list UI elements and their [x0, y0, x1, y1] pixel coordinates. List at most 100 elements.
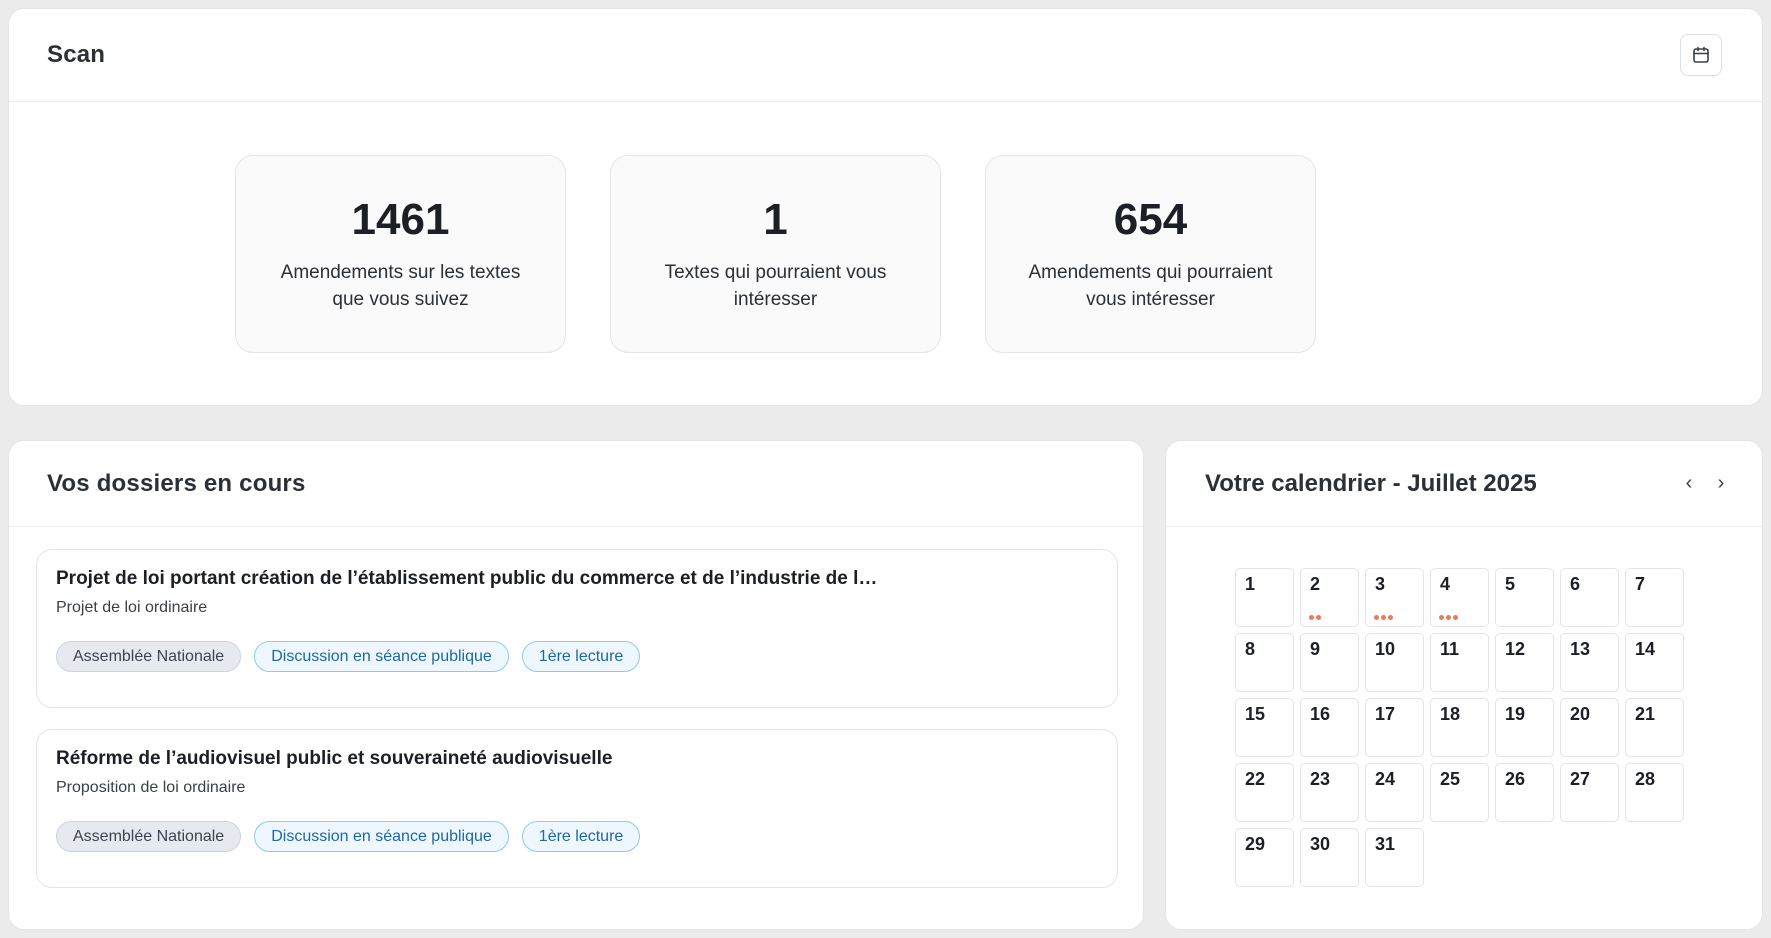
calendar-grid: 1 2 3 4 5 6 7 8 9 10 11 12 13 14 15 16 17 18 19 20 21 22 23 24 2… — [1235, 568, 1684, 887]
calendar-day[interactable]: 4 — [1430, 568, 1489, 627]
event-dots — [1374, 615, 1393, 620]
calendar-day-number: 18 — [1440, 704, 1461, 724]
stat-label: Amendements qui pourraient vous intéress… — [1028, 262, 1273, 310]
calendar-day-number: 31 — [1375, 834, 1396, 854]
dossier-card[interactable]: Réforme de l’audiovisuel public et souve… — [36, 729, 1118, 888]
event-dot — [1309, 615, 1314, 620]
event-dot — [1446, 615, 1451, 620]
calendar-day[interactable]: 3 — [1365, 568, 1424, 627]
stat-card-followed-amendments[interactable]: 1461 Amendements sur les textes que vous… — [235, 155, 566, 353]
event-dot — [1453, 615, 1458, 620]
calendar-day[interactable]: 8 — [1235, 633, 1294, 692]
calendar-day[interactable]: 9 — [1300, 633, 1359, 692]
tag-reading: 1ère lecture — [521, 641, 641, 672]
calendar-day[interactable]: 14 — [1625, 633, 1684, 692]
calendar-title: Votre calendrier - Juillet 2025 — [1205, 469, 1537, 497]
calendar-day-number: 24 — [1375, 769, 1396, 789]
calendar-day-number: 2 — [1310, 574, 1321, 594]
calendar-day[interactable]: 26 — [1495, 763, 1554, 822]
calendar-day[interactable]: 6 — [1560, 568, 1619, 627]
event-dot — [1381, 615, 1386, 620]
calendar-day[interactable]: 20 — [1560, 698, 1619, 757]
calendar-day[interactable]: 31 — [1365, 828, 1424, 887]
calendar-day[interactable]: 7 — [1625, 568, 1684, 627]
calendar-day-number: 23 — [1310, 769, 1331, 789]
calendar-day-number: 25 — [1440, 769, 1461, 789]
calendar-day-number: 4 — [1440, 574, 1451, 594]
dossier-card[interactable]: Projet de loi portant création de l’étab… — [36, 549, 1118, 708]
calendar-day-number: 15 — [1245, 704, 1266, 724]
calendar-day-number: 16 — [1310, 704, 1331, 724]
chevron-right-icon[interactable]: › — [1710, 472, 1732, 495]
calendar-day-number: 17 — [1375, 704, 1396, 724]
calendar-day-number: 10 — [1375, 639, 1396, 659]
calendar-day[interactable]: 28 — [1625, 763, 1684, 822]
dossiers-panel: Vos dossiers en cours Projet de loi port… — [8, 440, 1144, 930]
calendar-day[interactable]: 21 — [1625, 698, 1684, 757]
calendar-day-number: 26 — [1505, 769, 1526, 789]
calendar-day-number: 14 — [1635, 639, 1656, 659]
calendar-day[interactable]: 13 — [1560, 633, 1619, 692]
dossier-title: Réforme de l’audiovisuel public et souve… — [56, 748, 613, 769]
scan-panel: Scan 1461 Amendements sur les textes que… — [8, 8, 1763, 406]
calendar-day-number: 9 — [1310, 639, 1321, 659]
calendar-day[interactable]: 12 — [1495, 633, 1554, 692]
tag-chamber: Assemblée Nationale — [56, 641, 242, 672]
calendar-day-number: 30 — [1310, 834, 1331, 854]
calendar-day-number: 27 — [1570, 769, 1591, 789]
dossiers-header: Vos dossiers en cours — [9, 441, 1143, 527]
dossier-type: Proposition de loi ordinaire — [56, 779, 246, 796]
stat-value: 654 — [1113, 195, 1188, 244]
calendar-day-number: 22 — [1245, 769, 1266, 789]
calendar-day[interactable]: 11 — [1430, 633, 1489, 692]
calendar-day[interactable]: 15 — [1235, 698, 1294, 757]
tag-stage: Discussion en séance publique — [254, 821, 509, 852]
stat-card-interesting-texts[interactable]: 1 Textes qui pourraient vous intéresser — [610, 155, 941, 353]
calendar-day[interactable]: 2 — [1300, 568, 1359, 627]
stat-value: 1461 — [351, 195, 450, 244]
calendar-day-number: 8 — [1245, 639, 1256, 659]
calendar-day[interactable]: 24 — [1365, 763, 1424, 822]
calendar-day[interactable]: 16 — [1300, 698, 1359, 757]
calendar-day[interactable]: 18 — [1430, 698, 1489, 757]
calendar-day[interactable]: 19 — [1495, 698, 1554, 757]
calendar-day[interactable]: 30 — [1300, 828, 1359, 887]
dossier-tags: Assemblée Nationale Discussion en séance… — [56, 821, 1098, 852]
calendar-nav: ‹ › — [1678, 472, 1732, 495]
calendar-day-number: 7 — [1635, 574, 1646, 594]
calendar-day-number: 6 — [1570, 574, 1581, 594]
event-dot — [1374, 615, 1379, 620]
calendar-day[interactable]: 17 — [1365, 698, 1424, 757]
calendar-day[interactable]: 23 — [1300, 763, 1359, 822]
calendar-day[interactable]: 1 — [1235, 568, 1294, 627]
calendar-day-number: 20 — [1570, 704, 1591, 724]
calendar-day[interactable]: 27 — [1560, 763, 1619, 822]
calendar-day-number: 21 — [1635, 704, 1656, 724]
calendar-header: Votre calendrier - Juillet 2025 ‹ › — [1166, 441, 1762, 527]
chevron-left-icon[interactable]: ‹ — [1678, 472, 1700, 495]
event-dot — [1388, 615, 1393, 620]
calendar-day[interactable]: 22 — [1235, 763, 1294, 822]
calendar-day-number: 11 — [1440, 639, 1460, 659]
calendar-day-number: 19 — [1505, 704, 1526, 724]
calendar-day-number: 5 — [1505, 574, 1516, 594]
calendar-day[interactable]: 10 — [1365, 633, 1424, 692]
scan-title: Scan — [47, 41, 106, 68]
tag-stage: Discussion en séance publique — [254, 641, 509, 672]
calendar-day-number: 29 — [1245, 834, 1266, 854]
stat-card-interesting-amendments[interactable]: 654 Amendements qui pourraient vous inté… — [985, 155, 1316, 353]
event-dot — [1316, 615, 1321, 620]
calendar-button[interactable] — [1680, 34, 1722, 76]
event-dots — [1439, 615, 1458, 620]
calendar-day-number: 12 — [1505, 639, 1526, 659]
stat-label: Amendements sur les textes que vous suiv… — [280, 262, 521, 310]
calendar-day[interactable]: 5 — [1495, 568, 1554, 627]
event-dots — [1309, 615, 1321, 620]
dossier-type: Projet de loi ordinaire — [56, 599, 208, 616]
dossier-title: Projet de loi portant création de l’étab… — [56, 568, 878, 589]
stat-label: Textes qui pourraient vous intéresser — [664, 262, 887, 310]
calendar-day[interactable]: 29 — [1235, 828, 1294, 887]
calendar-day[interactable]: 25 — [1430, 763, 1489, 822]
event-dot — [1439, 615, 1444, 620]
tag-reading: 1ère lecture — [521, 821, 641, 852]
